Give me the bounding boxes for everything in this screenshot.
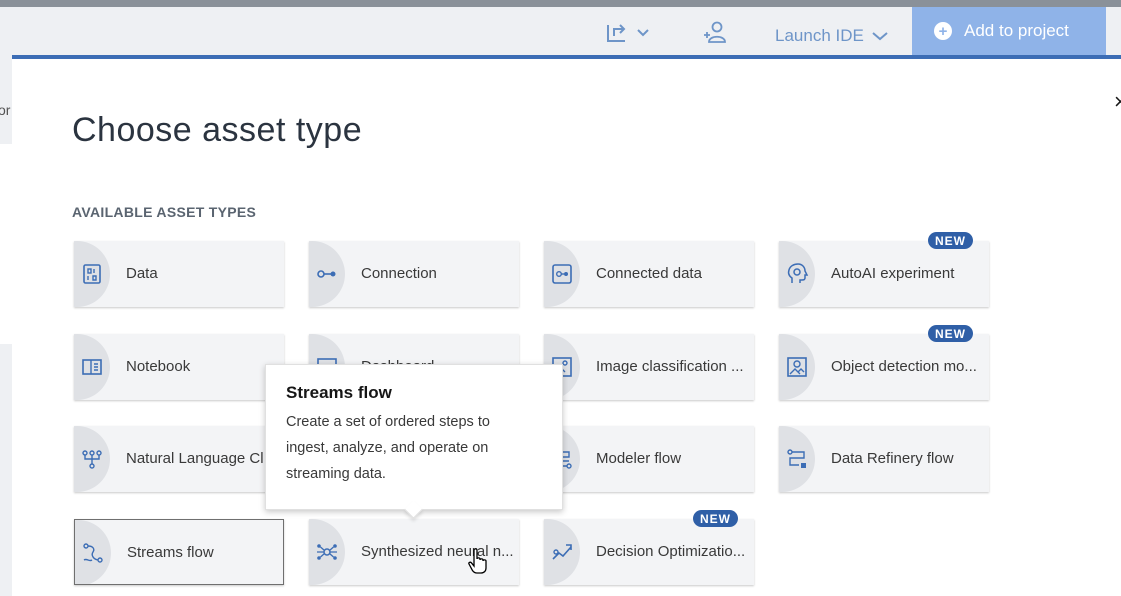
section-heading: AVAILABLE ASSET TYPES [72, 204, 257, 220]
tooltip-body: Create a set of ordered steps to ingest,… [286, 409, 542, 487]
tile-label: Natural Language Cl... [126, 450, 277, 467]
tile-label: Decision Optimizatio... [596, 543, 746, 560]
project-header: Launch IDE + Add to project [0, 7, 1121, 55]
tile-label: AutoAI experiment [831, 265, 955, 282]
asset-tile-modeler-flow[interactable]: Modeler flow [544, 426, 754, 492]
new-badge: NEW [928, 232, 973, 249]
add-to-project-label: Add to project [964, 21, 1069, 40]
tile-label: Connection [361, 265, 437, 282]
top-strip [0, 0, 1121, 7]
launch-ide-label: Launch IDE [775, 26, 864, 45]
tile-label: Notebook [126, 358, 191, 375]
page-title: Choose asset type [72, 111, 363, 149]
tooltip: Streams flow Create a set of ordered ste… [265, 364, 563, 519]
nlc-icon [80, 447, 104, 471]
new-badge: NEW [693, 510, 738, 527]
tile-label: Connected data [596, 265, 702, 282]
tooltip-line: Create a set of ordered steps to [286, 414, 490, 430]
hand-cursor-icon [468, 548, 487, 574]
connection-icon [315, 262, 339, 286]
launch-ide-menu[interactable]: Launch IDE [775, 26, 888, 46]
asset-tile-streams-flow[interactable]: Streams flow [74, 519, 284, 585]
asset-tile-notebook[interactable]: Notebook [74, 334, 284, 400]
tile-label: Data Refinery flow [831, 450, 954, 467]
new-badge: NEW [928, 325, 973, 342]
add-to-project-button[interactable]: + Add to project [912, 7, 1106, 55]
asset-tile-object-detection-mo[interactable]: Object detection mo... [779, 334, 989, 400]
data-refinery-icon [785, 447, 809, 471]
tile-label: Object detection mo... [831, 358, 977, 375]
tile-label: Streams flow [127, 544, 214, 561]
decision-optimization-icon [550, 540, 574, 564]
tile-label: Image classification ... [596, 358, 744, 375]
tooltip-line: streaming data. [286, 466, 386, 482]
tile-label: Modeler flow [596, 450, 682, 467]
background-text: or [0, 102, 11, 118]
asset-tile-natural-language-cl[interactable]: Natural Language Cl... [74, 426, 284, 492]
tile-label: Data [126, 265, 158, 282]
object-detection-icon [785, 355, 809, 379]
autoai-icon [785, 262, 809, 286]
close-icon[interactable]: × [1114, 89, 1121, 115]
asset-tile-connection[interactable]: Connection [309, 241, 519, 307]
notebook-icon [80, 355, 104, 379]
chevron-down-icon [872, 32, 888, 41]
asset-tile-data[interactable]: Data [74, 241, 284, 307]
data-icon [80, 262, 104, 286]
asset-tile-data-refinery-flow[interactable]: Data Refinery flow [779, 426, 989, 492]
asset-tile-image-classification[interactable]: Image classification ... [544, 334, 754, 400]
add-icon: + [934, 22, 952, 40]
neural-network-icon [315, 540, 339, 564]
add-collaborator-icon[interactable] [703, 19, 727, 45]
background-card [0, 144, 12, 344]
asset-tile-autoai-experiment[interactable]: AutoAI experiment [779, 241, 989, 307]
connected-data-icon [550, 262, 574, 286]
choose-asset-panel: × Choose asset type AVAILABLE ASSET TYPE… [12, 55, 1121, 596]
tooltip-title: Streams flow [286, 383, 392, 402]
asset-tile-decision-optimizatio[interactable]: Decision Optimizatio... [544, 519, 754, 585]
tooltip-line: ingest, analyze, and operate on [286, 440, 489, 456]
streams-flow-icon [81, 541, 105, 565]
share-icon[interactable] [605, 19, 649, 45]
asset-tile-connected-data[interactable]: Connected data [544, 241, 754, 307]
tooltip-arrow [404, 500, 423, 519]
tile-label: Synthesized neural n... [361, 543, 514, 560]
